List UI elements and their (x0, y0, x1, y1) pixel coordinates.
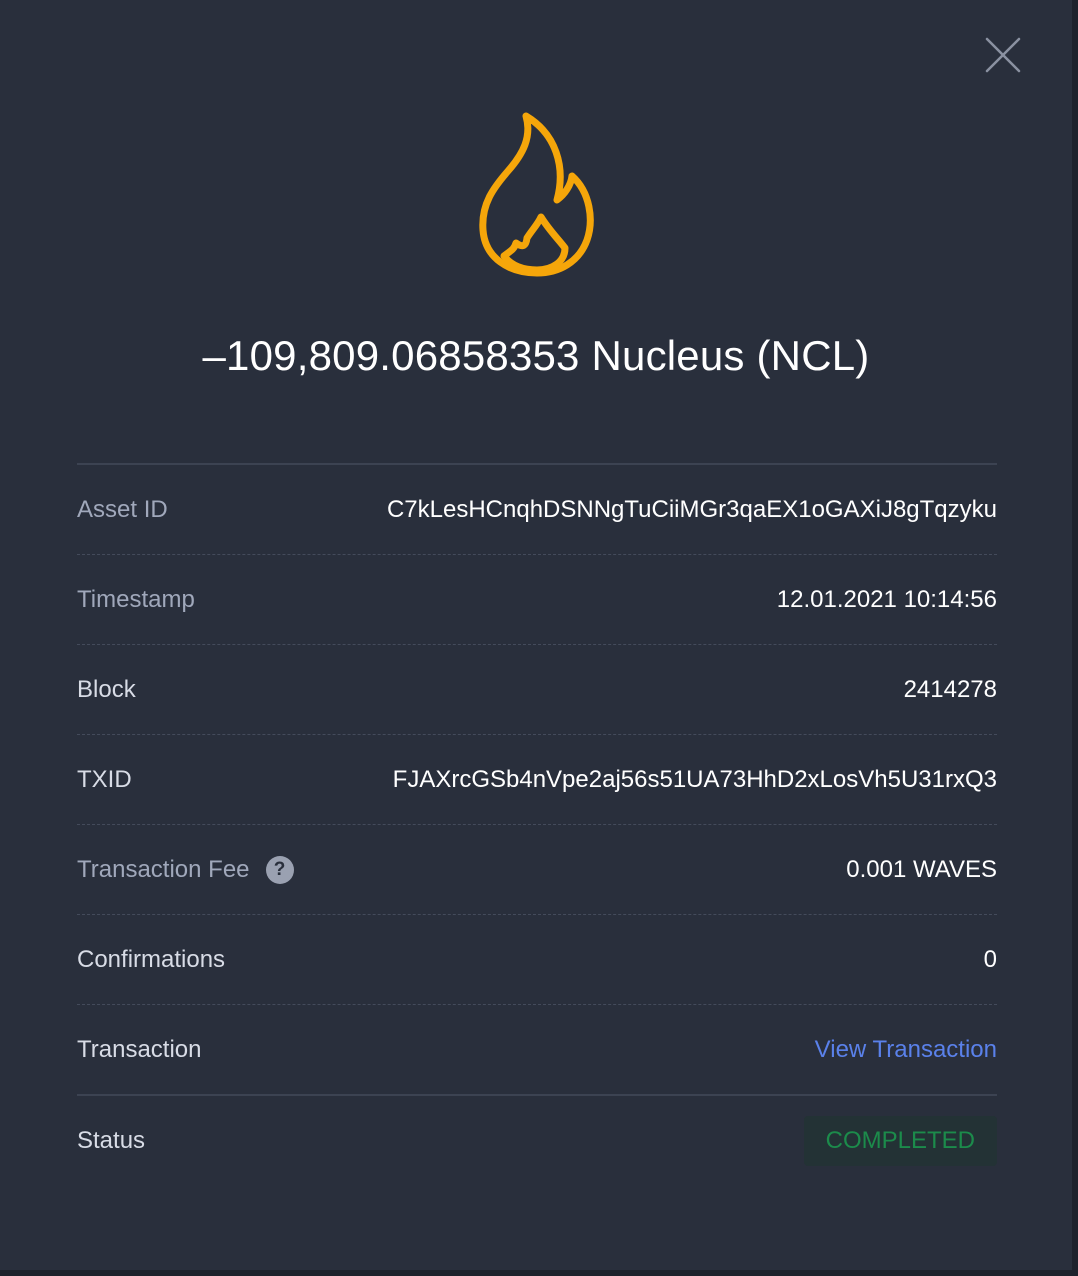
confirmations-label: Confirmations (77, 945, 226, 973)
burn-amount: –109,809.06858353 Nucleus (NCL) (202, 332, 870, 379)
transaction-details-modal: –109,809.06858353 Nucleus (NCL) Asset ID… (0, 0, 1072, 1270)
flame-icon (479, 112, 594, 277)
view-transaction-link[interactable]: View Transaction (815, 1036, 997, 1064)
details-list: Asset ID C7kLesHCnqhDSNNgTuCiiMGr3qaEX1o… (77, 463, 997, 1185)
transaction-fee-value: 0.001 WAVES (846, 855, 997, 883)
row-timestamp: Timestamp 12.01.2021 10:14:56 (77, 555, 997, 645)
row-transaction: Transaction View Transaction (77, 1005, 997, 1096)
timestamp-value: 12.01.2021 10:14:56 (776, 585, 997, 613)
row-block: Block 2414278 (77, 645, 997, 735)
timestamp-label: Timestamp (77, 585, 195, 613)
row-txid: TXID FJAXrcGSb4nVpe2aj56s51UA73HhD2xLosV… (77, 735, 997, 825)
txid-label: TXID (77, 765, 132, 793)
confirmations-value: 0 (983, 945, 997, 973)
txid-value: FJAXrcGSb4nVpe2aj56s51UA73HhD2xLosVh5U31… (392, 765, 997, 793)
transaction-fee-label-group: Transaction Fee ? (77, 855, 294, 884)
row-status: Status COMPLETED (77, 1096, 997, 1185)
block-value: 2414278 (903, 675, 997, 703)
asset-id-value: C7kLesHCnqhDSNNgTuCiiMGr3qaEX1oGAXiJ8gTq… (386, 495, 997, 523)
transaction-fee-label: Transaction Fee (77, 855, 250, 883)
status-badge: COMPLETED (803, 1115, 997, 1166)
status-label: Status (77, 1126, 146, 1154)
row-asset-id: Asset ID C7kLesHCnqhDSNNgTuCiiMGr3qaEX1o… (77, 465, 997, 555)
asset-id-label: Asset ID (77, 495, 168, 523)
close-icon (985, 37, 1021, 73)
transaction-label: Transaction (77, 1035, 202, 1063)
question-icon[interactable]: ? (265, 855, 294, 884)
block-label: Block (77, 675, 136, 703)
row-transaction-fee: Transaction Fee ? 0.001 WAVES (77, 825, 997, 915)
close-button[interactable] (983, 35, 1023, 75)
row-confirmations: Confirmations 0 (77, 915, 997, 1005)
